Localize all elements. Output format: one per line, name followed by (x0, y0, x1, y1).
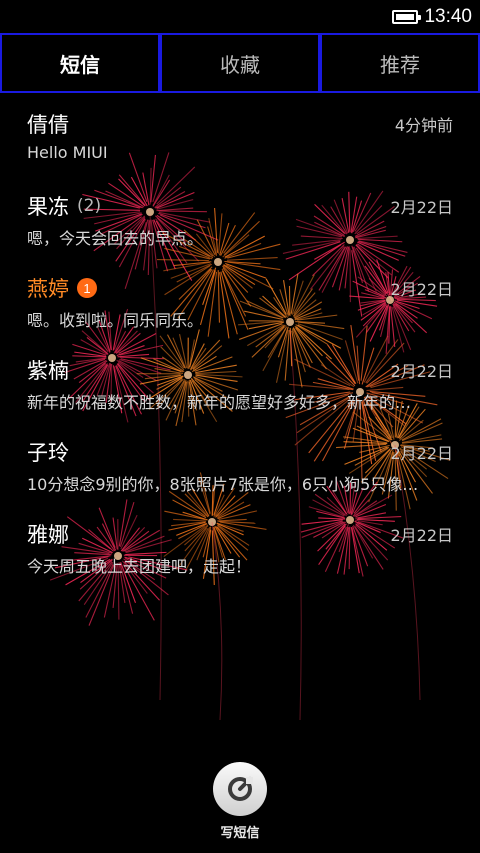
conversation-item[interactable]: 果冻 (2) 2月22日 嗯，今天会回去的早点。 (0, 176, 480, 258)
tab-bar: 短信 收藏 推荐 (0, 33, 480, 93)
compose-label: 写短信 (220, 826, 260, 841)
message-date: 2月22日 (390, 526, 453, 545)
compose-area: 写短信 (0, 762, 480, 841)
conversation-item[interactable]: 燕婷 1 2月22日 嗯。收到啦。同乐同乐。 (0, 258, 480, 340)
tab-favorites[interactable]: 收藏 (160, 33, 320, 93)
conversation-item[interactable]: 雅娜 2月22日 今天周五晚上去团建吧，走起！ (0, 504, 480, 586)
status-bar: 13:40 (0, 0, 480, 34)
status-time: 13:40 (424, 6, 472, 27)
message-preview: 嗯，今天会回去的早点。 (27, 229, 204, 248)
contact-name: 果冻 (27, 195, 69, 219)
contact-name: 紫楠 (27, 359, 69, 383)
contact-name: 雅娜 (27, 523, 69, 547)
message-date: 2月22日 (390, 198, 453, 217)
compose-button[interactable] (213, 762, 267, 816)
message-preview: Hello MIUI (27, 143, 108, 162)
conversation-item[interactable]: 倩倩 4分钟前 Hello MIUI (0, 94, 480, 176)
message-date: 2月22日 (390, 280, 453, 299)
battery-icon (392, 10, 422, 24)
message-preview: 嗯。收到啦。同乐同乐。 (27, 311, 204, 330)
conversation-item[interactable]: 紫楠 2月22日 新年的祝福数不胜数，新年的愿望好多好多，新年的… (0, 340, 480, 422)
message-date: 4分钟前 (394, 116, 453, 135)
compose-icon (228, 777, 253, 801)
message-preview: 新年的祝福数不胜数，新年的愿望好多好多，新年的… (27, 393, 412, 412)
tab-recommended[interactable]: 推荐 (320, 33, 480, 93)
message-date: 2月22日 (390, 444, 453, 463)
contact-name: 燕婷 (27, 277, 69, 301)
tab-messages[interactable]: 短信 (0, 33, 160, 93)
message-preview: 今天周五晚上去团建吧，走起！ (27, 557, 252, 576)
conversation-list: 倩倩 4分钟前 Hello MIUI 果冻 (2) 2月22日 嗯，今天会回去的… (0, 94, 480, 586)
message-count: (2) (77, 196, 102, 216)
contact-name: 子玲 (27, 441, 69, 465)
contact-name: 倩倩 (27, 113, 69, 137)
message-date: 2月22日 (390, 362, 453, 381)
conversation-item[interactable]: 子玲 2月22日 10分想念9别的你，8张照片7张是你，6只小狗5只像… (0, 422, 480, 504)
unread-badge: 1 (77, 278, 97, 298)
message-preview: 10分想念9别的你，8张照片7张是你，6只小狗5只像… (27, 475, 419, 494)
